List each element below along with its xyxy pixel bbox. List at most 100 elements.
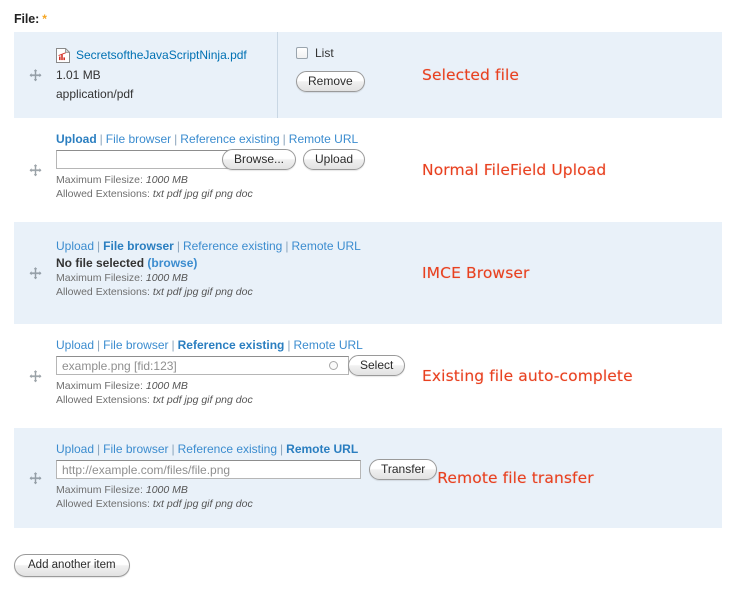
- tab-file-browser[interactable]: File browser: [103, 338, 168, 352]
- autocomplete-input-row: Select: [56, 355, 422, 376]
- annotation-imce-browser: IMCE Browser: [422, 264, 530, 282]
- tab-file-browser[interactable]: File browser: [106, 132, 171, 146]
- tab-separator: |: [97, 338, 101, 352]
- tab-file-browser[interactable]: File browser: [103, 239, 174, 253]
- file-widget-list: SecretsoftheJavaScriptNinja.pdf 1.01 MB …: [14, 32, 722, 528]
- max-filesize-label: Maximum Filesize:: [56, 484, 143, 496]
- no-file-selected-row: No file selected (browse): [56, 256, 422, 270]
- annotation-existing-autocomplete: Existing file auto-complete: [422, 367, 633, 385]
- max-filesize-label: Maximum Filesize:: [56, 272, 143, 284]
- transfer-button[interactable]: Transfer: [369, 459, 438, 480]
- file-upload-input[interactable]: [56, 150, 228, 169]
- tab-upload[interactable]: Upload: [56, 132, 97, 146]
- browse-link[interactable]: (browse): [147, 256, 197, 270]
- tab-upload[interactable]: Upload: [56, 239, 94, 253]
- max-filesize-label: Maximum Filesize:: [56, 174, 143, 186]
- annotation-cell: Selected file: [422, 32, 722, 118]
- max-filesize-line: Maximum Filesize: 1000 MB: [56, 483, 437, 497]
- select-button[interactable]: Select: [348, 355, 406, 376]
- allowed-extensions-value: txt pdf jpg gif png doc: [152, 188, 253, 200]
- list-checkbox-row[interactable]: List: [296, 46, 365, 60]
- imce-browser-body: Upload | File browser | Reference existing | R…: [56, 222, 422, 324]
- existing-autocomplete-body: Upload | File browser | Reference existing | R…: [56, 324, 422, 428]
- max-filesize-value: 1000 MB: [145, 380, 188, 392]
- annotation-selected-file: Selected file: [422, 66, 520, 84]
- allowed-extensions-value: txt pdf jpg gif png doc: [152, 394, 253, 406]
- tab-reference-existing[interactable]: Reference existing: [180, 132, 279, 146]
- add-another-item-button[interactable]: Add another item: [14, 554, 130, 577]
- move-cross-icon[interactable]: [29, 471, 42, 485]
- required-marker: *: [42, 12, 47, 26]
- annotation-cell: Remote file transfer: [437, 428, 737, 528]
- file-name-link[interactable]: SecretsoftheJavaScriptNinja.pdf: [76, 46, 247, 65]
- tab-remote-url[interactable]: Remote URL: [286, 442, 358, 456]
- tab-reference-existing[interactable]: Reference existing: [183, 239, 282, 253]
- allowed-extensions-line: Allowed Extensions: txt pdf jpg gif png …: [56, 187, 422, 201]
- allowed-extensions-line: Allowed Extensions: txt pdf jpg gif png …: [56, 393, 422, 407]
- drag-handle-cell[interactable]: [14, 324, 56, 428]
- allowed-extensions-line: Allowed Extensions: txt pdf jpg gif png …: [56, 497, 437, 511]
- max-filesize-line: Maximum Filesize: 1000 MB: [56, 271, 422, 285]
- browse-button[interactable]: Browse...: [222, 149, 297, 170]
- allowed-extensions-label: Allowed Extensions:: [56, 188, 150, 200]
- move-cross-icon[interactable]: [29, 163, 42, 177]
- panel-existing-autocomplete: Upload | File browser | Reference existing | R…: [14, 324, 722, 428]
- drag-handle-cell[interactable]: [14, 32, 56, 118]
- existing-file-autocomplete-input[interactable]: [56, 356, 349, 375]
- remove-button[interactable]: Remove: [296, 71, 365, 92]
- tab-separator: |: [280, 442, 284, 456]
- tab-separator: |: [174, 132, 178, 146]
- annotation-normal-upload: Normal FileField Upload: [422, 161, 607, 179]
- drag-handle-cell[interactable]: [14, 428, 56, 528]
- max-filesize-value: 1000 MB: [145, 174, 188, 186]
- tab-separator: |: [282, 132, 286, 146]
- panel-selected-file: SecretsoftheJavaScriptNinja.pdf 1.01 MB …: [14, 32, 722, 118]
- selected-file-body: SecretsoftheJavaScriptNinja.pdf 1.01 MB …: [56, 32, 422, 118]
- list-checkbox[interactable]: [296, 47, 308, 59]
- allowed-extensions-value: txt pdf jpg gif png doc: [152, 286, 253, 298]
- allowed-extensions-line: Allowed Extensions: txt pdf jpg gif png …: [56, 285, 422, 299]
- max-filesize-value: 1000 MB: [145, 272, 188, 284]
- annotation-cell: Normal FileField Upload: [422, 118, 722, 222]
- max-filesize-line: Maximum Filesize: 1000 MB: [56, 173, 422, 187]
- tab-separator: |: [97, 239, 101, 253]
- add-another-wrap: Add another item: [14, 554, 130, 577]
- upload-button[interactable]: Upload: [303, 149, 366, 170]
- move-cross-icon[interactable]: [29, 68, 42, 82]
- normal-upload-body: Upload | File browser | Reference existing | R…: [56, 118, 422, 222]
- remote-url-input[interactable]: [56, 460, 361, 479]
- tab-separator: |: [171, 338, 175, 352]
- tab-file-browser[interactable]: File browser: [103, 442, 168, 456]
- annotation-cell: Existing file auto-complete: [422, 324, 722, 428]
- tab-separator: |: [99, 132, 103, 146]
- source-tabs: Upload | File browser | Reference existing | R…: [56, 338, 422, 352]
- file-size: 1.01 MB: [56, 68, 101, 82]
- tab-remote-url[interactable]: Remote URL: [289, 132, 358, 146]
- tab-upload[interactable]: Upload: [56, 442, 94, 456]
- tab-remote-url[interactable]: Remote URL: [291, 239, 360, 253]
- upload-input-row: Browse... Upload: [56, 149, 422, 170]
- no-file-selected-text: No file selected: [56, 256, 145, 270]
- tab-separator: |: [176, 239, 180, 253]
- move-cross-icon[interactable]: [29, 369, 42, 383]
- tab-separator: |: [171, 442, 175, 456]
- tab-upload[interactable]: Upload: [56, 338, 94, 352]
- source-tabs: Upload | File browser | Reference existing | R…: [56, 132, 422, 146]
- file-actions: List Remove: [277, 32, 365, 118]
- move-cross-icon[interactable]: [29, 266, 42, 280]
- tab-reference-existing[interactable]: Reference existing: [178, 338, 285, 352]
- tab-reference-existing[interactable]: Reference existing: [178, 442, 277, 456]
- drag-handle-cell[interactable]: [14, 222, 56, 324]
- autocomplete-throbber-icon: [329, 361, 338, 370]
- allowed-extensions-label: Allowed Extensions:: [56, 394, 150, 406]
- panel-remote-transfer: Upload | File browser | Reference existing | R…: [14, 428, 722, 528]
- field-label-text: File:: [14, 12, 40, 26]
- drag-handle-cell[interactable]: [14, 118, 56, 222]
- tab-remote-url[interactable]: Remote URL: [293, 338, 362, 352]
- file-name-row: SecretsoftheJavaScriptNinja.pdf: [56, 46, 271, 65]
- annotation-remote-transfer: Remote file transfer: [437, 469, 594, 487]
- allowed-extensions-label: Allowed Extensions:: [56, 286, 150, 298]
- max-filesize-value: 1000 MB: [145, 484, 188, 496]
- panel-normal-upload: Upload | File browser | Reference existing | R…: [14, 118, 722, 222]
- panel-imce-browser: Upload | File browser | Reference existing | R…: [14, 222, 722, 324]
